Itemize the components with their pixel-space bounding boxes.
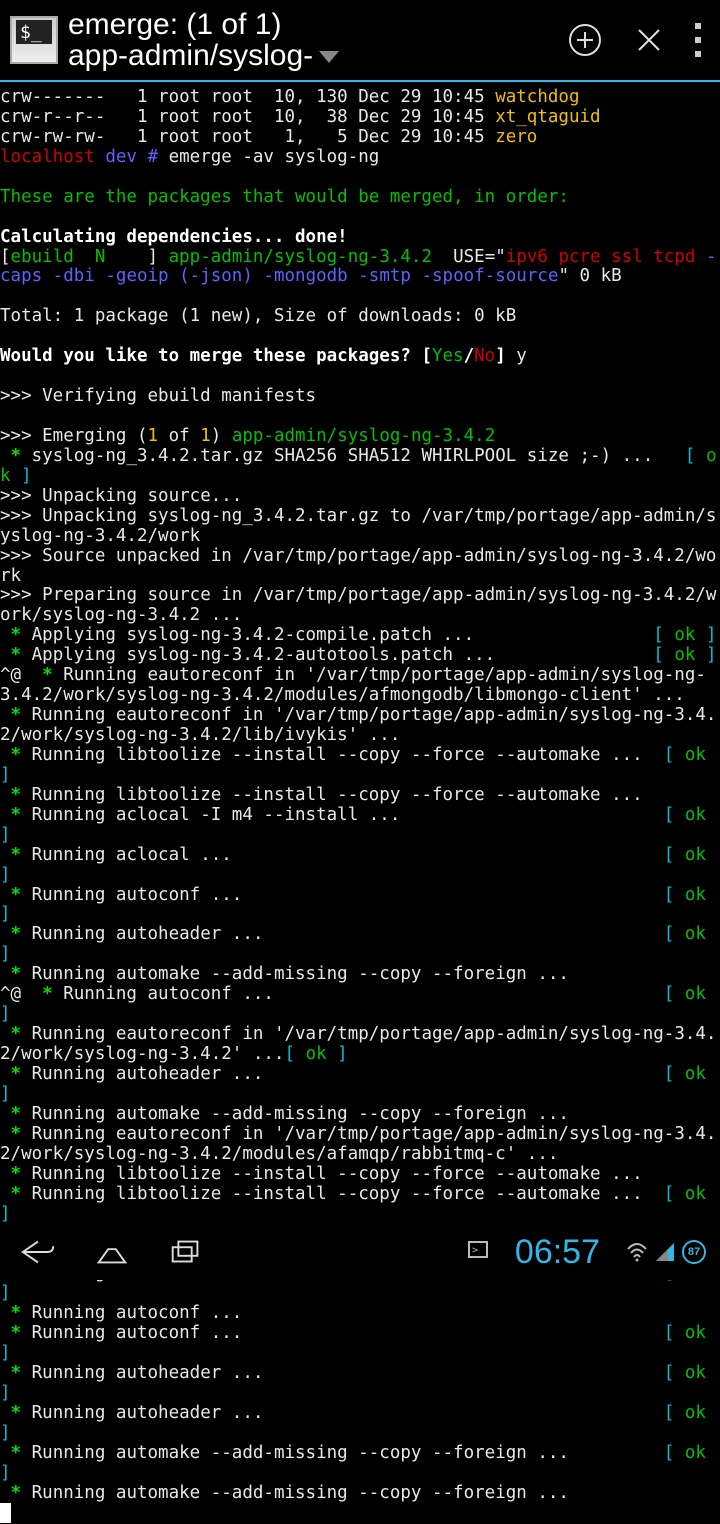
home-icon <box>93 1237 131 1267</box>
terminal-output[interactable]: crw------- 1 root root 10, 130 Dec 29 10… <box>0 82 720 1524</box>
kebab-dot <box>695 37 701 43</box>
new-tab-button[interactable] <box>558 13 612 67</box>
back-icon <box>19 1237 57 1267</box>
app-topbar: $_ emerge: (1 of 1) app-admin/syslog- <box>0 0 720 82</box>
session-title-dropdown[interactable]: emerge: (1 of 1) app-admin/syslog- <box>68 9 548 72</box>
back-button[interactable] <box>14 1232 62 1272</box>
terminal-notification-icon[interactable]: > <box>467 1239 489 1266</box>
recent-apps-button[interactable] <box>162 1232 210 1272</box>
close-icon <box>631 22 667 58</box>
status-clock: 06:57 <box>515 1233 600 1272</box>
android-navbar: > 06:57 87 <box>0 1224 720 1280</box>
status-icons: 87 <box>626 1240 706 1264</box>
dropdown-icon <box>319 51 339 63</box>
kebab-dot <box>695 23 701 29</box>
plus-icon <box>567 22 603 58</box>
recent-icon <box>167 1237 205 1267</box>
home-button[interactable] <box>88 1232 136 1272</box>
battery-indicator: 87 <box>682 1240 706 1264</box>
signal-icon <box>654 1241 676 1263</box>
close-tab-button[interactable] <box>622 13 676 67</box>
title-line-2: app-admin/syslog- <box>68 39 313 72</box>
kebab-dot <box>695 51 701 57</box>
svg-text:>: > <box>472 1245 478 1256</box>
overflow-menu-button[interactable] <box>686 23 710 57</box>
terminal-app-icon: $_ <box>10 16 58 64</box>
wifi-icon <box>626 1241 648 1263</box>
title-line-1: emerge: (1 of 1) <box>68 9 548 41</box>
